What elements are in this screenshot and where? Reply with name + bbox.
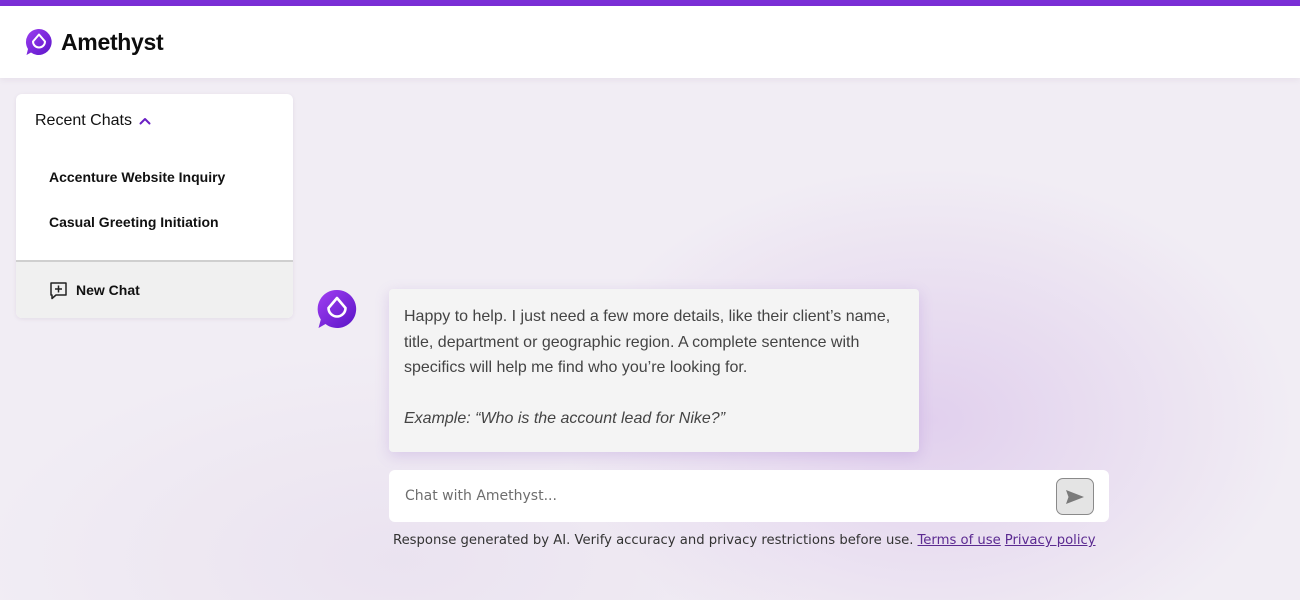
recent-chat-item[interactable]: Accenture Website Inquiry xyxy=(49,169,225,185)
send-icon xyxy=(1066,489,1084,504)
chat-input[interactable] xyxy=(405,484,1045,508)
send-button[interactable] xyxy=(1056,478,1094,515)
recent-chat-item[interactable]: Casual Greeting Initiation xyxy=(49,214,219,230)
recent-chats-toggle[interactable]: Recent Chats xyxy=(35,112,152,130)
terms-of-use-link[interactable]: Terms of use xyxy=(918,533,1001,548)
new-chat-button[interactable]: New Chat xyxy=(16,262,293,318)
chevron-up-icon xyxy=(139,118,151,125)
recent-chats-title: Recent Chats xyxy=(35,112,132,129)
ai-disclaimer: Response generated by AI. Verify accurac… xyxy=(393,533,1123,548)
amethyst-drop-icon xyxy=(25,28,52,55)
new-chat-label: New Chat xyxy=(76,282,140,298)
privacy-policy-link[interactable]: Privacy policy xyxy=(1005,533,1096,548)
new-chat-icon xyxy=(50,281,67,299)
message-text: Happy to help. I just need a few more de… xyxy=(404,308,891,376)
disclaimer-text: Response generated by AI. Verify accurac… xyxy=(393,533,914,548)
message-example: Example: “Who is the account lead for Ni… xyxy=(404,409,726,427)
assistant-message: Happy to help. I just need a few more de… xyxy=(389,289,919,452)
recent-chats-panel: Recent Chats Accenture Website Inquiry C… xyxy=(16,94,293,318)
app-header: Amethyst xyxy=(0,6,1300,78)
chat-composer xyxy=(389,470,1109,522)
brand-name[interactable]: Amethyst xyxy=(61,29,164,56)
assistant-avatar-icon xyxy=(317,289,357,328)
